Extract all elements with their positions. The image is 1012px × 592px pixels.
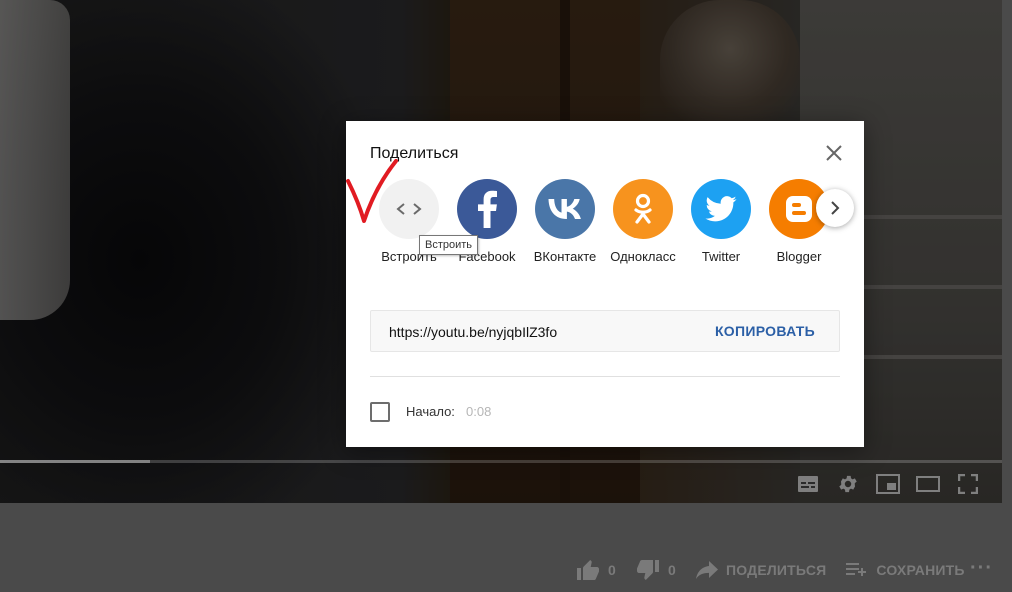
dislike-count: 0 — [668, 562, 676, 578]
chevron-right-icon — [831, 201, 840, 215]
share-arrow-icon — [696, 561, 718, 579]
progress-played — [0, 460, 151, 463]
close-icon — [826, 145, 842, 161]
share-button[interactable]: ПОДЕЛИТЬСЯ — [696, 561, 826, 579]
theater-mode-icon[interactable] — [916, 470, 940, 498]
vk-icon — [535, 179, 595, 239]
player-controls — [796, 470, 980, 498]
share-twitter[interactable]: Twitter — [682, 179, 760, 264]
share-vk[interactable]: ВКонтакте — [526, 179, 604, 264]
share-targets-row: Встроить Facebook ВКонтакте Однокласс Tw… — [370, 179, 840, 269]
close-button[interactable] — [822, 141, 846, 165]
share-odnoklassniki-label: Однокласс — [610, 249, 676, 264]
start-at-checkbox[interactable] — [370, 402, 390, 422]
video-action-bar: 0 0 ПОДЕЛИТЬСЯ СОХРАНИТЬ — [576, 556, 985, 584]
share-url-box: https://youtu.be/nyjqbIlZ3fo КОПИРОВАТЬ — [370, 310, 840, 352]
odnoklassniki-icon — [613, 179, 673, 239]
share-label: ПОДЕЛИТЬСЯ — [726, 562, 827, 578]
share-twitter-label: Twitter — [701, 249, 741, 264]
share-url-field[interactable]: https://youtu.be/nyjqbIlZ3fo — [389, 324, 557, 340]
red-checkmark-annotation-icon — [346, 159, 398, 223]
settings-gear-icon[interactable] — [836, 470, 860, 498]
like-count: 0 — [608, 562, 616, 578]
share-odnoklassniki[interactable]: Однокласс — [604, 179, 682, 264]
divider — [370, 376, 840, 377]
dislike-button[interactable]: 0 — [636, 559, 676, 581]
twitter-icon — [691, 179, 751, 239]
thumbs-down-icon — [637, 560, 659, 580]
share-blogger-label: Blogger — [776, 249, 822, 264]
more-actions-icon[interactable]: ··· — [970, 557, 993, 580]
subtitles-icon[interactable] — [796, 470, 820, 498]
miniplayer-icon[interactable] — [876, 470, 900, 498]
start-at-label: Начало: — [406, 404, 455, 419]
save-label: СОХРАНИТЬ — [876, 562, 965, 578]
save-button[interactable]: СОХРАНИТЬ — [846, 561, 964, 579]
thumbs-up-icon — [577, 560, 599, 580]
like-button[interactable]: 0 — [576, 559, 616, 581]
progress-bar[interactable] — [0, 460, 1002, 463]
start-time-input[interactable]: 0:08 — [466, 404, 491, 419]
share-dialog: Поделиться Встроить Facebook ВКонтакте О… — [346, 121, 864, 447]
share-next-button[interactable] — [816, 189, 854, 227]
copy-button[interactable]: КОПИРОВАТЬ — [715, 323, 815, 339]
share-vk-label: ВКонтакте — [533, 249, 597, 264]
playlist-add-icon — [846, 563, 867, 576]
fullscreen-icon[interactable] — [956, 470, 980, 498]
embed-tooltip: Встроить — [419, 235, 479, 255]
facebook-icon — [457, 179, 517, 239]
